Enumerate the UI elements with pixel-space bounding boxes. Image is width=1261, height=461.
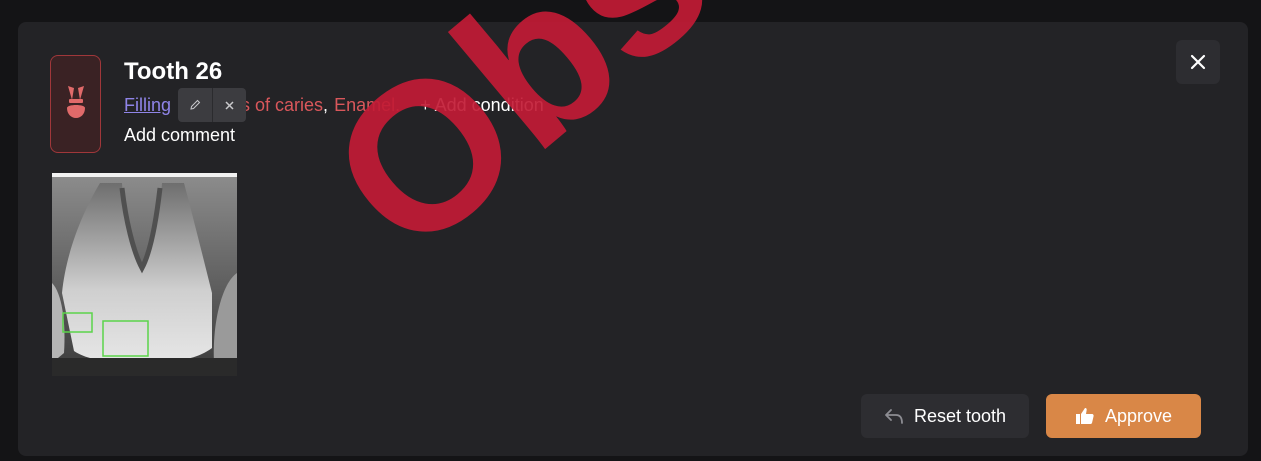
thumbs-up-icon (1075, 406, 1095, 426)
add-condition-link[interactable]: + Add condition (420, 95, 544, 116)
tooth-badge (50, 55, 101, 153)
add-comment-link[interactable]: Add comment (124, 125, 235, 146)
condition-caries-fragment[interactable]: s of caries (241, 95, 323, 116)
condition-filling-link[interactable]: Filling (124, 95, 171, 116)
edit-condition-button[interactable] (178, 88, 212, 122)
xray-svg (52, 173, 237, 376)
condition-separator: , (323, 94, 329, 115)
tooth-title: Tooth 26 (124, 58, 223, 85)
tooth-icon (66, 86, 85, 118)
condition-enamel[interactable]: Enamel (334, 95, 395, 116)
approve-button[interactable]: Approve (1046, 394, 1201, 438)
reset-tooth-button[interactable]: Reset tooth (861, 394, 1029, 438)
undo-icon (884, 407, 904, 425)
tooth-xray-image (52, 173, 237, 376)
pencil-icon (190, 99, 201, 110)
reset-tooth-label: Reset tooth (913, 405, 1007, 426)
close-icon (1190, 54, 1206, 70)
close-modal-button[interactable] (1176, 40, 1220, 84)
condition-period: . (395, 94, 401, 115)
approve-label: Approve (1104, 405, 1173, 426)
condition-edit-popover (178, 88, 246, 122)
tooth-detail-modal: Tooth 26 Filling s of caries , Enamel . … (18, 22, 1248, 456)
remove-condition-button[interactable] (212, 88, 246, 122)
close-icon (225, 100, 234, 110)
